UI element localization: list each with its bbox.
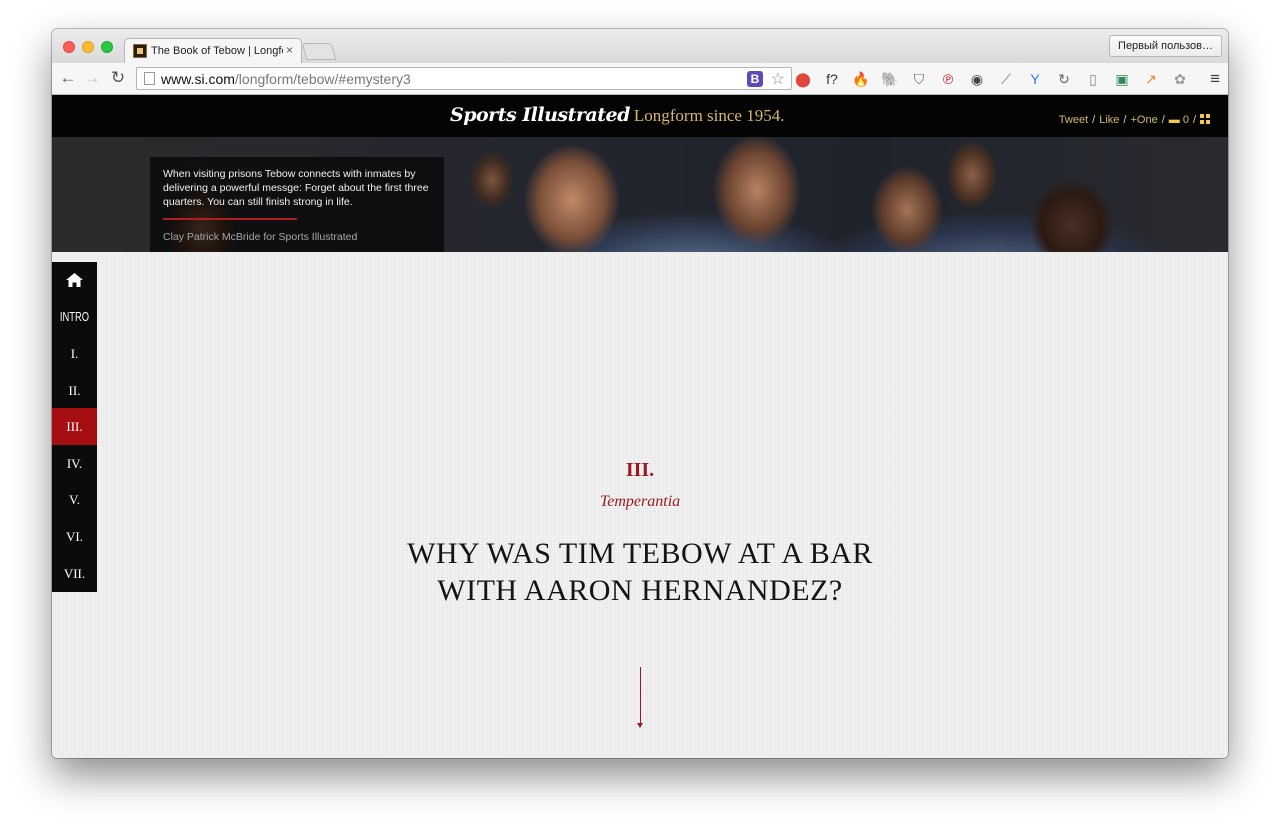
paw-icon[interactable]: ✿ (1171, 70, 1189, 88)
url-text: www.si.com/longform/tebow/#emystery3 (161, 71, 411, 87)
chapter-3-active[interactable]: III. (52, 408, 97, 445)
comment-icon[interactable]: ▬ (1169, 114, 1180, 126)
pdf-icon[interactable]: ⬤ (794, 70, 812, 88)
brand-tagline: Longform since 1954. (633, 106, 785, 125)
evernote-icon[interactable]: 🐘 (881, 70, 899, 88)
tweet-link[interactable]: Tweet (1059, 114, 1088, 126)
eyedropper-icon[interactable]: ⟋ (997, 70, 1015, 88)
home-button[interactable] (52, 262, 97, 299)
photo-caption: When visiting prisons Tebow connects wit… (150, 157, 444, 252)
chapter-7[interactable]: VII. (52, 555, 97, 592)
scroll-down-line[interactable] (640, 667, 641, 727)
analytics-icon[interactable]: ↗ (1142, 70, 1160, 88)
chapter-subtitle: Temperantia (599, 493, 681, 510)
tm-icon[interactable]: ▣ (1113, 70, 1131, 88)
share-separator: / (1123, 114, 1127, 126)
browser-tab[interactable]: The Book of Tebow | Longform × (124, 38, 302, 64)
hamburger-menu-icon[interactable]: ≡ (1210, 69, 1220, 89)
tab-strip: The Book of Tebow | Longform × Первый по… (52, 29, 1228, 64)
share-bar: Tweet / Like / +One / ▬ 0/ (1059, 114, 1210, 126)
photo-credit: Clay Patrick McBride for Sports Illustra… (163, 231, 358, 243)
function-icon[interactable]: f? (823, 70, 841, 88)
bootstrap-extension-icon[interactable]: B (747, 71, 763, 87)
caption-text: When visiting prisons Tebow connects wit… (163, 168, 429, 208)
new-tab-button[interactable] (301, 43, 337, 60)
share-separator: / (1092, 114, 1096, 126)
chapter-6[interactable]: VI. (52, 518, 97, 555)
hero-photo: Sports Illustrated Longform since 1954. T… (52, 95, 1228, 252)
fire-icon[interactable]: 🔥 (852, 70, 870, 88)
chapter-intro[interactable]: INTRO (58, 298, 90, 335)
caption-divider (163, 218, 297, 220)
share-separator: / (1192, 114, 1196, 126)
share-separator: / (1161, 114, 1165, 126)
chapter-2[interactable]: II. (52, 372, 97, 409)
chapter-1[interactable]: I. (52, 335, 97, 372)
close-window-button[interactable] (63, 41, 75, 53)
pinterest-icon[interactable]: ℗ (939, 70, 957, 88)
back-arrow-icon[interactable]: ← (58, 68, 78, 88)
reader-icon[interactable]: ▯ (1084, 70, 1102, 88)
chapter-headline: WHY WAS TIM TEBOW AT A BAR WITH AARON HE… (340, 535, 940, 609)
browser-window: The Book of Tebow | Longform × Первый по… (52, 29, 1228, 758)
plus-one-link[interactable]: +One (1130, 114, 1157, 126)
chapter-numeral: III. (625, 459, 655, 481)
like-link[interactable]: Like (1099, 114, 1119, 126)
url-path: /longform/tebow/#emystery3 (234, 71, 411, 87)
reload-icon[interactable]: ↻ (108, 68, 128, 88)
lens-icon[interactable]: ◉ (968, 70, 986, 88)
y-icon[interactable]: Y (1026, 70, 1044, 88)
browser-toolbar: ← → ↻ www.si.com/longform/tebow/#emyster… (52, 63, 1228, 95)
headline-line-1: WHY WAS TIM TEBOW AT A BAR (407, 537, 873, 570)
zoom-window-button[interactable] (101, 41, 113, 53)
home-icon (66, 273, 83, 287)
tab-title: The Book of Tebow | Longform (151, 45, 283, 57)
headline-line-2: WITH AARON HERNANDEZ? (437, 574, 843, 607)
profile-button[interactable]: Первый пользов… (1109, 35, 1222, 57)
page-content: Sports Illustrated Longform since 1954. T… (52, 95, 1228, 758)
page-icon (144, 72, 155, 85)
address-bar[interactable]: www.si.com/longform/tebow/#emystery3 B ☆ (136, 67, 792, 90)
chapter-nav: INTRO I. II. III. IV. V. VI. VII. (52, 262, 97, 592)
pocket-icon[interactable]: ⛉ (910, 70, 928, 88)
scroll-down-arrow-icon[interactable] (637, 723, 643, 728)
grid-menu-icon[interactable] (1200, 114, 1210, 124)
tab-close-icon[interactable]: × (286, 43, 293, 57)
site-header: Sports Illustrated Longform since 1954. T… (52, 95, 1228, 137)
bookmark-star-icon[interactable]: ☆ (771, 69, 785, 89)
comments-count[interactable]: 0 (1183, 114, 1189, 126)
url-host: www.si.com (161, 71, 235, 87)
refresh-circle-icon[interactable]: ↻ (1055, 70, 1073, 88)
brand-logo[interactable]: Sports Illustrated Longform since 1954. (450, 104, 784, 126)
forward-arrow-icon[interactable]: → (82, 68, 102, 88)
si-favicon-icon (133, 44, 147, 58)
minimize-window-button[interactable] (82, 41, 94, 53)
brand-name: Sports Illustrated (450, 104, 630, 126)
